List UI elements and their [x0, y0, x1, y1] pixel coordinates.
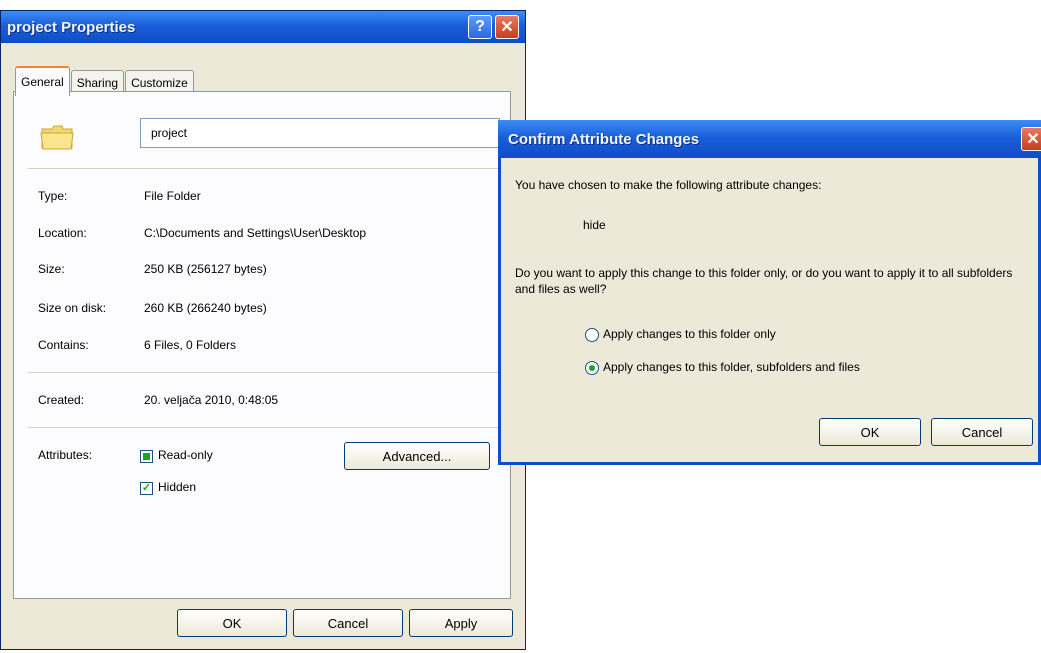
properties-window: project Properties ? ✕ General Sharing C… — [0, 10, 526, 650]
type-value: File Folder — [144, 189, 201, 203]
cancel-button[interactable]: Cancel — [293, 609, 403, 637]
location-value: C:\Documents and Settings\User\Desktop — [144, 226, 367, 240]
read-only-checkbox[interactable] — [140, 450, 153, 463]
dialog-cancel-button[interactable]: Cancel — [931, 418, 1033, 446]
created-value: 20. veljača 2010, 0:48:05 — [144, 393, 279, 407]
dialog-ok-button[interactable]: OK — [819, 418, 921, 446]
attributes-label: Attributes: — [38, 448, 93, 462]
hidden-checkbox[interactable]: ✓ — [140, 482, 153, 495]
option-folder-only-label: Apply changes to this folder only — [603, 327, 776, 341]
radio-folder-subfolders-files[interactable] — [585, 361, 599, 375]
confirm-titlebar[interactable]: Confirm Attribute Changes ✕ — [498, 120, 1041, 158]
divider — [28, 427, 498, 428]
location-label: Location: — [38, 226, 87, 240]
advanced-button[interactable]: Advanced... — [344, 442, 490, 470]
contains-label: Contains: — [38, 338, 89, 352]
window-title: project Properties — [7, 18, 136, 36]
contains-value: 6 Files, 0 Folders — [144, 338, 237, 352]
divider — [28, 168, 498, 169]
dialog-title: Confirm Attribute Changes — [508, 130, 700, 148]
size-on-disk-value: 260 KB (266240 bytes) — [144, 301, 267, 315]
option-folder-subfolders-files-label: Apply changes to this folder, subfolders… — [603, 360, 860, 374]
size-on-disk-label: Size on disk: — [38, 301, 107, 315]
tab-general[interactable]: General — [15, 66, 70, 96]
properties-titlebar[interactable]: project Properties ? ✕ — [1, 11, 525, 43]
question-text: Do you want to apply this change to this… — [515, 266, 1013, 296]
type-label: Type: — [38, 189, 68, 203]
intro-text: You have chosen to make the following at… — [515, 178, 822, 192]
size-value: 250 KB (256127 bytes) — [144, 262, 267, 276]
hidden-label: Hidden — [158, 480, 197, 494]
change-text: hide — [583, 218, 606, 232]
confirm-attribute-changes-dialog: Confirm Attribute Changes ✕ You have cho… — [498, 120, 1041, 465]
apply-button[interactable]: Apply — [409, 609, 513, 637]
size-label: Size: — [38, 262, 65, 276]
divider — [28, 372, 498, 373]
read-only-label: Read-only — [158, 448, 213, 462]
folder-icon — [40, 125, 74, 150]
dialog-close-button[interactable]: ✕ — [1021, 127, 1041, 151]
radio-folder-only[interactable] — [585, 328, 599, 342]
close-button[interactable]: ✕ — [495, 15, 519, 39]
folder-name-input[interactable] — [140, 118, 500, 148]
ok-button[interactable]: OK — [177, 609, 287, 637]
help-button[interactable]: ? — [468, 15, 492, 39]
created-label: Created: — [38, 393, 85, 407]
general-panel: Type: File Folder Location: C:\Documents… — [13, 91, 511, 599]
